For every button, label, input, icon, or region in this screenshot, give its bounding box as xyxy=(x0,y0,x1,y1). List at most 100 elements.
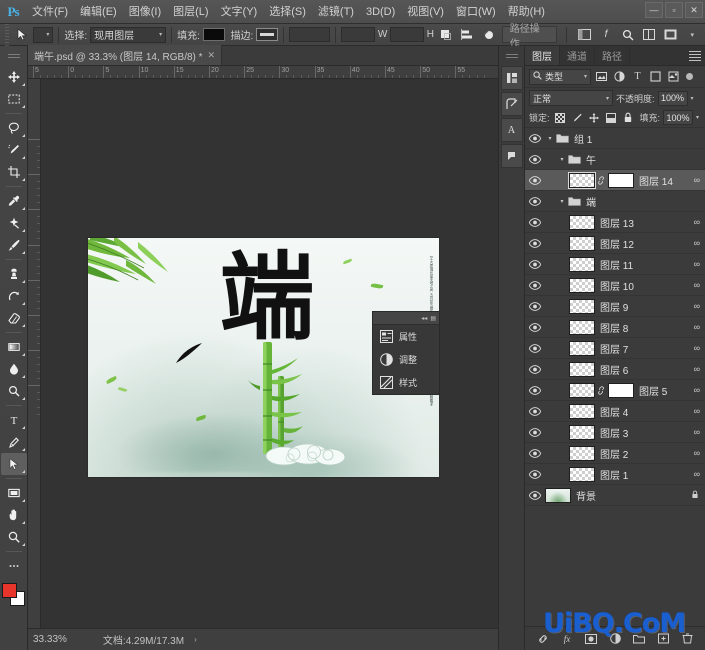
layer-thumbnail[interactable] xyxy=(569,277,595,293)
linked-layer-icon[interactable]: ∞ xyxy=(694,343,701,353)
layer-name[interactable]: 图层 10 xyxy=(595,278,694,293)
layer-visibility-icon[interactable] xyxy=(525,422,545,443)
layer-visibility-icon[interactable] xyxy=(525,254,545,275)
table-row[interactable]: 图层 8 ∞ xyxy=(525,317,705,338)
table-row[interactable]: 图层 9 ∞ xyxy=(525,296,705,317)
layer-name[interactable]: 图层 9 xyxy=(595,299,694,314)
table-row[interactable]: 图层 5 ∞ xyxy=(525,380,705,401)
layer-visibility-icon[interactable] xyxy=(525,317,545,338)
fill-input[interactable]: 100% xyxy=(663,110,694,125)
marquee-tool[interactable] xyxy=(1,88,27,110)
path-arrangement-icon[interactable] xyxy=(480,26,498,44)
table-row[interactable]: 图层 3 ∞ xyxy=(525,422,705,443)
layer-name[interactable]: 图层 3 xyxy=(595,425,694,440)
stroke-width-input[interactable] xyxy=(288,27,331,42)
layer-name[interactable]: 图层 14 xyxy=(634,173,694,188)
table-row[interactable]: ▾ 端 xyxy=(525,191,705,212)
table-row[interactable]: 图层 14 ∞ xyxy=(525,170,705,191)
layer-name[interactable]: 图层 13 xyxy=(595,215,694,230)
layer-name[interactable]: 组 1 xyxy=(569,131,699,146)
layer-visibility-icon[interactable] xyxy=(525,233,545,254)
layer-thumbnail[interactable] xyxy=(569,319,595,335)
layer-visibility-icon[interactable] xyxy=(525,149,545,170)
menu-file[interactable]: 文件(F) xyxy=(26,0,74,24)
table-row[interactable]: 图层 2 ∞ xyxy=(525,443,705,464)
options-bar-grip[interactable] xyxy=(2,23,12,46)
layer-thumbnail[interactable] xyxy=(568,171,596,189)
color-swatches[interactable] xyxy=(1,583,26,607)
extra-options-button[interactable]: 路径操作 xyxy=(501,24,557,50)
filter-shape-icon[interactable] xyxy=(648,69,663,84)
layer-name[interactable]: 端 xyxy=(581,194,699,209)
table-row[interactable]: 图层 1 ∞ xyxy=(525,464,705,485)
layer-name[interactable]: 图层 1 xyxy=(595,467,694,482)
layer-thumbnail[interactable] xyxy=(569,403,595,419)
linked-layer-icon[interactable]: ∞ xyxy=(694,406,701,416)
layer-name[interactable]: 图层 5 xyxy=(634,383,694,398)
layer-name[interactable]: 午 xyxy=(581,152,699,167)
layer-name[interactable]: 图层 6 xyxy=(595,362,694,377)
lock-image-pixels-icon[interactable] xyxy=(570,111,584,125)
lock-position-icon[interactable] xyxy=(587,111,601,125)
layer-thumbnail[interactable] xyxy=(569,340,595,356)
layer-thumbnail[interactable] xyxy=(569,424,595,440)
layer-list[interactable]: ▾ 组 1 ▾ 午图层 14 ∞ ▾ 端图层 13 ∞ 图层 12 ∞ 图层 11 ∞ 图层 10 ∞ 图层… xyxy=(525,128,705,626)
layer-thumbnail[interactable] xyxy=(569,214,595,230)
path-selection-tool[interactable] xyxy=(0,453,27,475)
blur-tool[interactable] xyxy=(1,358,27,380)
rectangle-shape-tool[interactable] xyxy=(1,482,27,504)
linked-layer-icon[interactable]: ∞ xyxy=(694,427,701,437)
linked-layer-icon[interactable]: ∞ xyxy=(694,448,701,458)
chevron-down-icon[interactable]: ▾ xyxy=(557,198,567,205)
layer-name[interactable]: 图层 8 xyxy=(595,320,694,335)
screen-mode-icon[interactable] xyxy=(662,26,680,44)
clone-stamp-tool[interactable] xyxy=(1,263,27,285)
active-tool-icon[interactable] xyxy=(12,26,34,44)
close-button[interactable]: ✕ xyxy=(685,2,703,18)
floating-properties-panel[interactable]: ◂◂ ▤ 属性 调整 样式 xyxy=(372,311,440,395)
type-tool[interactable]: T xyxy=(1,409,27,431)
menu-filter[interactable]: 滤镜(T) xyxy=(312,0,360,24)
filter-adjustment-icon[interactable] xyxy=(612,69,627,84)
layer-thumbnail[interactable] xyxy=(569,466,595,482)
layer-name[interactable]: 图层 11 xyxy=(595,257,694,272)
panel-menu-icon[interactable]: ▤ xyxy=(430,315,436,322)
lock-transparent-pixels-icon[interactable] xyxy=(553,111,567,125)
linked-layer-icon[interactable]: ∞ xyxy=(694,280,701,290)
character-panel-icon[interactable]: A xyxy=(500,118,523,142)
layer-visibility-icon[interactable] xyxy=(525,128,545,149)
blend-mode-dropdown[interactable]: 正常 ▾ xyxy=(529,90,613,106)
menu-edit[interactable]: 编辑(E) xyxy=(74,0,123,24)
chevron-down-icon[interactable]: ▾ xyxy=(545,135,555,142)
filter-smart-object-icon[interactable] xyxy=(666,69,681,84)
filter-type-icon[interactable]: T xyxy=(630,69,645,84)
workspace-icon[interactable] xyxy=(576,26,594,44)
layer-name[interactable]: 图层 2 xyxy=(595,446,694,461)
collapse-icon[interactable]: ◂◂ xyxy=(421,315,427,322)
linked-layer-icon[interactable]: ∞ xyxy=(694,364,701,374)
floating-panel-header[interactable]: ◂◂ ▤ xyxy=(373,312,439,325)
tool-preset-picker[interactable]: ▾ xyxy=(33,26,54,43)
table-row[interactable]: 图层 4 ∞ xyxy=(525,401,705,422)
close-icon[interactable]: ✕ xyxy=(208,50,216,61)
layer-visibility-icon[interactable] xyxy=(525,191,545,212)
layer-thumbnail[interactable] xyxy=(569,361,595,377)
minimize-button[interactable]: — xyxy=(645,2,663,18)
menu-window[interactable]: 窗口(W) xyxy=(450,0,502,24)
linked-layer-icon[interactable]: ∞ xyxy=(694,175,701,185)
layer-mask-thumbnail[interactable] xyxy=(608,382,634,398)
layer-name[interactable]: 图层 7 xyxy=(595,341,694,356)
linked-layer-icon[interactable]: ∞ xyxy=(694,322,701,332)
layer-thumbnail[interactable] xyxy=(569,382,595,398)
canvas-area[interactable]: 端 屈子行吟泽畔千古忠魂长留天地之间 ◂◂ ▤ 属性 调整 样式 xyxy=(41,79,498,628)
chevron-down-icon[interactable]: ▾ xyxy=(691,95,694,102)
shape-width-input[interactable] xyxy=(341,27,375,42)
layer-visibility-icon[interactable] xyxy=(525,275,545,296)
zoom-tool[interactable] xyxy=(1,526,27,548)
history-panel-icon[interactable] xyxy=(500,66,523,90)
move-tool[interactable] xyxy=(1,66,27,88)
fx-icon[interactable]: f xyxy=(597,26,615,44)
path-operations-icon[interactable] xyxy=(437,26,455,44)
zoom-level[interactable]: 33.33% xyxy=(33,634,67,645)
layer-visibility-icon[interactable] xyxy=(525,170,545,191)
